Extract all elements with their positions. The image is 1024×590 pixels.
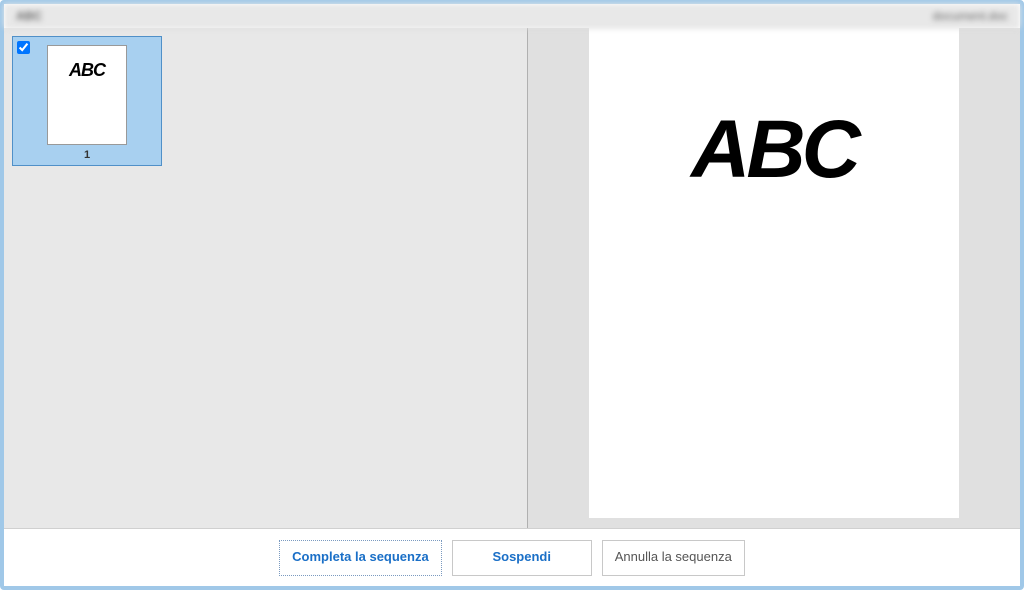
preview-page: ABC [589, 28, 959, 518]
button-bar: Completa la sequenza Sospendi Annulla la… [4, 528, 1020, 586]
header-left-text: ABC [16, 9, 42, 23]
cancel-button[interactable]: Annulla la sequenza [602, 540, 745, 576]
thumbnail-page-preview: ABC [47, 45, 127, 145]
header-right-text: document.doc [933, 9, 1008, 23]
thumbnail-page-content: ABC [69, 60, 105, 81]
complete-button[interactable]: Completa la sequenza [279, 540, 442, 576]
thumbnail-panel: ABC 1 [4, 28, 528, 528]
thumbnail-page-number: 1 [84, 149, 90, 161]
preview-page-content: ABC [691, 103, 857, 197]
header-bar: ABC document.doc [4, 4, 1020, 28]
app-window: ABC document.doc ABC 1 ABC Completa la s… [0, 0, 1024, 590]
thumbnail-checkbox[interactable] [17, 41, 30, 54]
preview-panel: ABC [528, 28, 1020, 528]
main-content: ABC 1 ABC [4, 28, 1020, 528]
suspend-button[interactable]: Sospendi [452, 540, 592, 576]
thumbnail-item[interactable]: ABC 1 [12, 36, 162, 166]
